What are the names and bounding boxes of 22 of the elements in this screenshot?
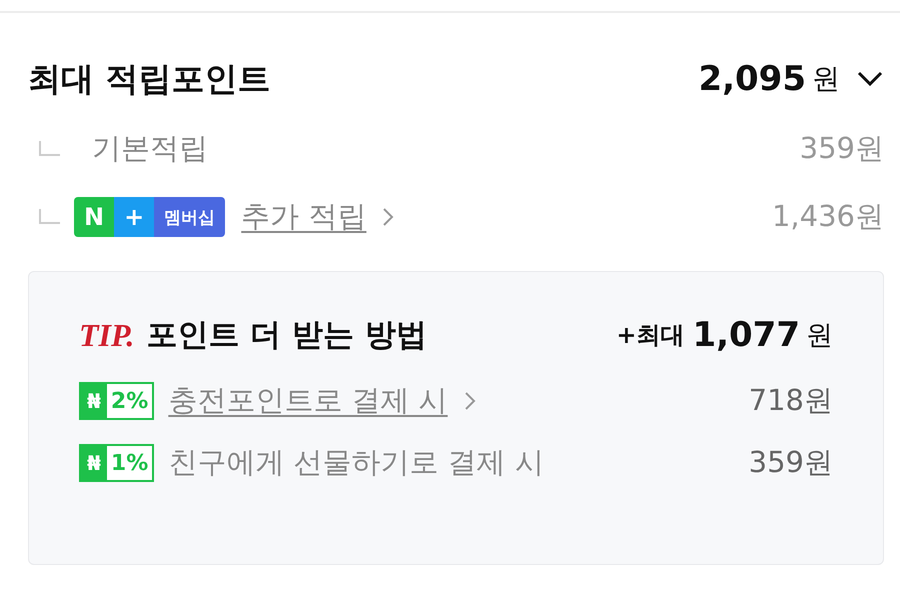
tree-branch-icon [38,141,60,157]
points-amount: 359원 [748,444,833,481]
currency-unit: 원 [812,61,840,97]
total-points: 2,095 [698,59,806,99]
bonus-prefix: +최대 [616,320,684,351]
bonus-amount: 1,077 [692,315,800,355]
chevron-down-icon[interactable] [856,70,884,88]
points-amount: 1,436원 [772,198,884,235]
currency-unit: 원 [806,319,833,353]
percent-badge: ₦ 2% [79,382,154,420]
tip-title: 포인트 더 받는 방법 [146,316,427,355]
percent-badge: ₦ 1% [79,444,154,482]
membership-badge: N + 멤버십 [74,197,226,237]
row-label: 기본적립 [92,130,208,167]
points-amount: 718원 [748,382,833,419]
points-amount: 359원 [800,130,884,167]
section-title: 최대 적립포인트 [28,58,270,100]
tip-label: 친구에게 선물하기로 결제 시 [168,444,544,481]
tip-mark: TIP. [79,316,134,354]
tree-branch-icon [38,209,60,225]
link[interactable]: 충전포인트로 결제 시 [168,381,448,421]
link[interactable]: 추가 적립 [241,197,366,237]
